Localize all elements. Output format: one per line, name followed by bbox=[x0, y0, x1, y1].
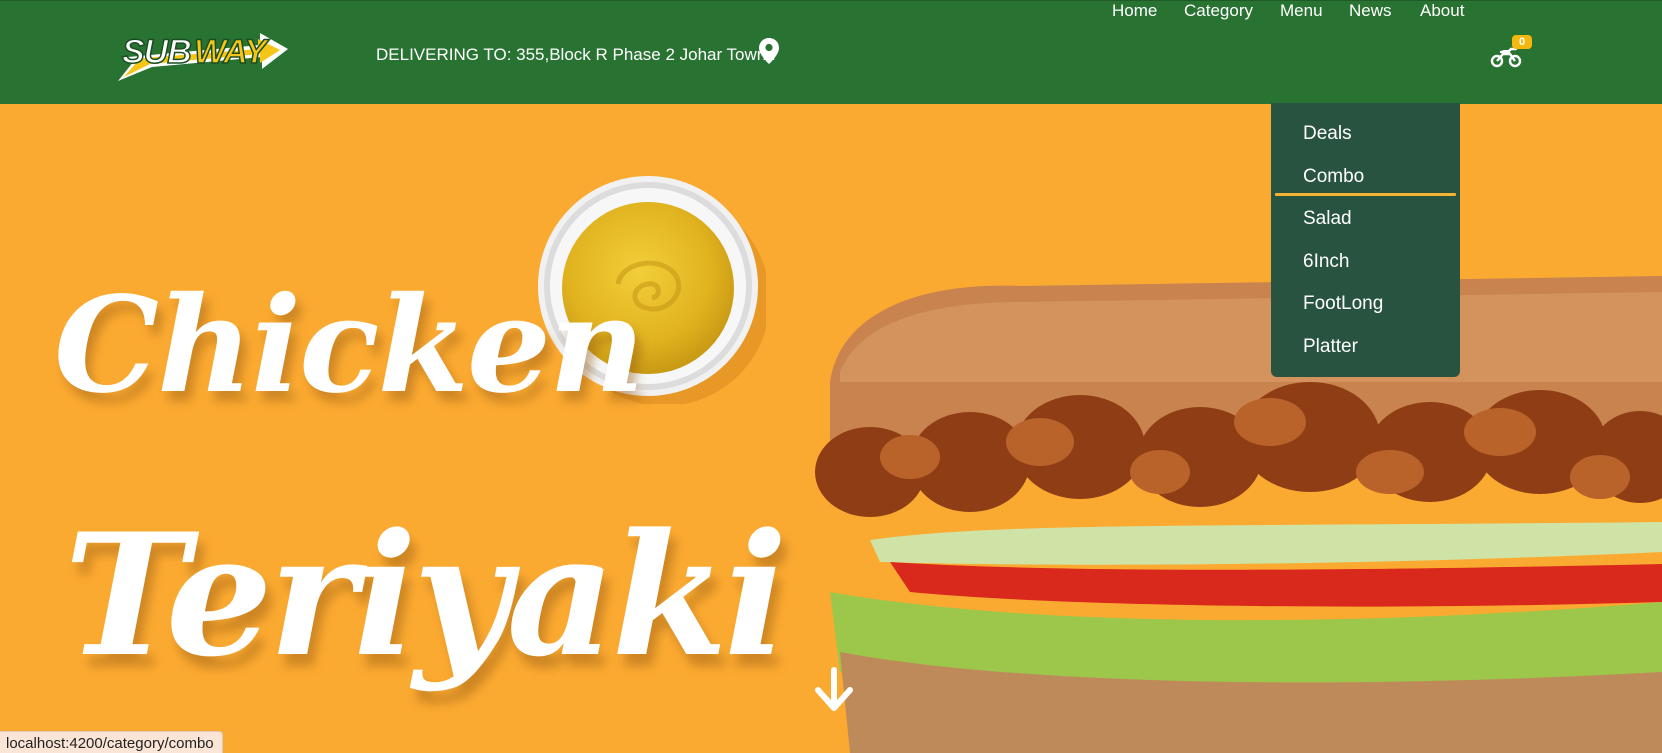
link-status-url: localhost:4200/category/combo bbox=[0, 731, 223, 753]
nav-news[interactable]: News bbox=[1349, 1, 1392, 21]
hero-title-chicken: Chicken bbox=[54, 268, 645, 423]
arrow-down-icon[interactable] bbox=[812, 666, 856, 716]
top-navbar: SUB WAY DELIVERING TO: 355,Block R Phase… bbox=[0, 0, 1662, 104]
hover-underline bbox=[1275, 193, 1456, 196]
nav-home[interactable]: Home bbox=[1112, 1, 1157, 21]
delivery-address[interactable]: DELIVERING TO: 355,Block R Phase 2 Johar… bbox=[376, 45, 776, 65]
menu-item-deals[interactable]: Deals bbox=[1303, 123, 1352, 145]
logo-sub-text: SUB bbox=[122, 33, 191, 71]
teriyaki-sandwich-image bbox=[815, 276, 1662, 753]
menu-dropdown: Deals Combo Salad 6Inch FootLong Platter bbox=[1271, 103, 1460, 377]
nav-about[interactable]: About bbox=[1420, 1, 1464, 21]
nav-category[interactable]: Category bbox=[1184, 1, 1253, 21]
nav-menu[interactable]: Menu bbox=[1280, 1, 1323, 21]
menu-item-6inch[interactable]: 6Inch bbox=[1303, 251, 1349, 273]
cart-count-badge: 0 bbox=[1512, 35, 1532, 49]
subway-logo[interactable]: SUB WAY bbox=[112, 23, 292, 85]
hero-title-teriyaki: Teriyaki bbox=[64, 496, 788, 694]
menu-item-combo[interactable]: Combo bbox=[1303, 166, 1364, 188]
menu-item-footlong[interactable]: FootLong bbox=[1303, 293, 1383, 315]
logo-way-text: WAY bbox=[194, 33, 270, 71]
menu-item-salad[interactable]: Salad bbox=[1303, 208, 1352, 230]
cart-button[interactable]: 0 bbox=[1490, 35, 1534, 69]
map-pin-icon[interactable] bbox=[758, 37, 780, 65]
menu-item-platter[interactable]: Platter bbox=[1303, 336, 1358, 358]
